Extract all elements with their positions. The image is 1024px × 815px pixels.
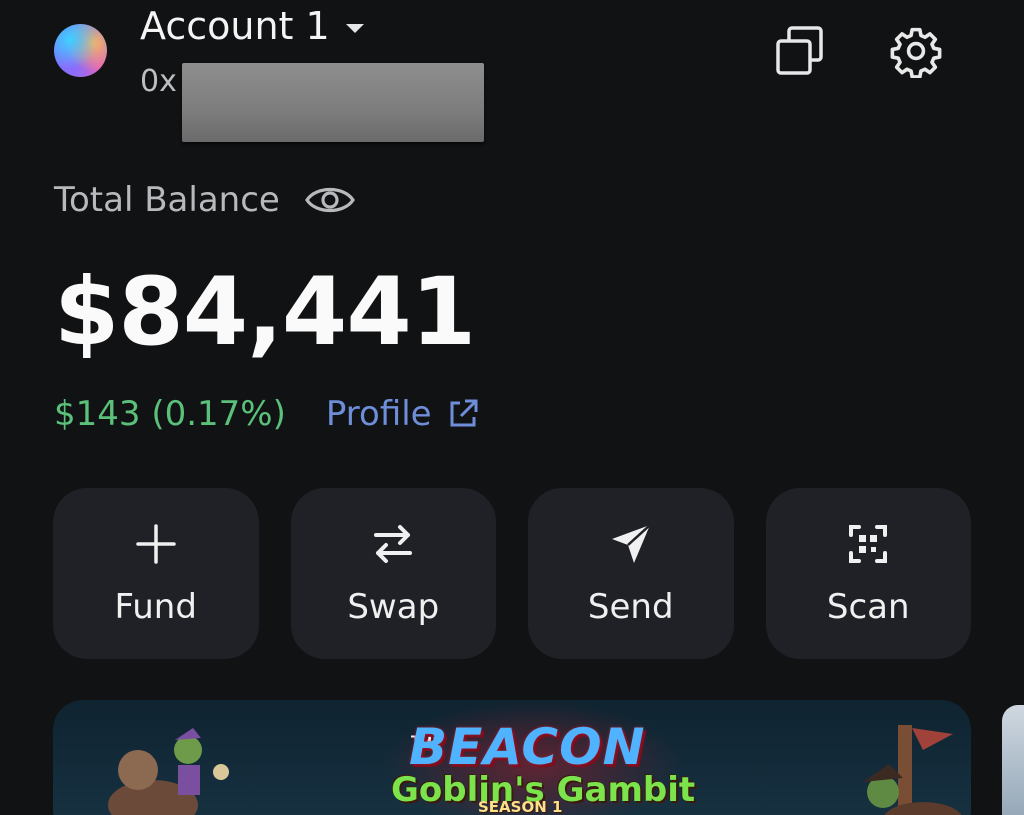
plus-icon xyxy=(133,521,179,567)
swap-label: Swap xyxy=(347,586,440,627)
toggle-balance-visibility-button[interactable] xyxy=(304,182,356,218)
wallet-address[interactable]: 0x xyxy=(140,64,177,99)
send-button[interactable]: Send xyxy=(528,488,734,659)
fund-button[interactable]: Fund xyxy=(53,488,259,659)
gear-icon xyxy=(890,27,942,79)
balance-change-row: $143 (0.17%) Profile xyxy=(54,394,480,434)
copy-address-button[interactable] xyxy=(774,24,828,78)
total-balance-amount: $84,441 xyxy=(54,258,476,367)
goblin-illustration-right xyxy=(863,725,962,815)
banner-season: SEASON 1 xyxy=(478,798,563,815)
swap-button[interactable]: Swap xyxy=(290,488,496,659)
balance-change: $143 (0.17%) xyxy=(54,394,286,434)
profile-link[interactable]: Profile xyxy=(326,394,480,434)
swap-arrows-icon xyxy=(370,521,416,567)
action-buttons: Fund Swap Send Scan xyxy=(53,488,971,659)
qr-scan-icon xyxy=(845,521,891,567)
total-balance-label: Total Balance xyxy=(54,180,280,220)
copy-icon xyxy=(776,26,823,75)
account-selector[interactable]: Account 1 xyxy=(140,4,364,48)
profile-link-label[interactable]: Profile xyxy=(326,394,432,434)
scan-button[interactable]: Scan xyxy=(765,488,971,659)
send-arrow-icon xyxy=(608,521,654,567)
promo-banner[interactable]: THE BEACON Goblin's Gambit SEASON 1 xyxy=(53,700,971,815)
address-redaction xyxy=(182,63,484,142)
external-link-icon[interactable] xyxy=(446,397,480,431)
fund-label: Fund xyxy=(114,586,197,627)
goblin-illustration-left xyxy=(108,728,229,815)
account-name[interactable]: Account 1 xyxy=(140,4,330,48)
caret-down-icon[interactable] xyxy=(345,23,364,33)
banner-title: BEACON xyxy=(409,718,646,776)
total-balance-row: Total Balance xyxy=(54,180,356,220)
next-banner-card[interactable] xyxy=(1002,705,1024,815)
eye-icon xyxy=(304,187,355,213)
send-label: Send xyxy=(587,586,674,627)
scan-label: Scan xyxy=(826,586,910,627)
account-avatar[interactable] xyxy=(54,24,107,77)
wallet-home: Account 1 0x Total Balance $84,441 $143 … xyxy=(0,0,1024,815)
settings-button[interactable] xyxy=(889,24,943,79)
